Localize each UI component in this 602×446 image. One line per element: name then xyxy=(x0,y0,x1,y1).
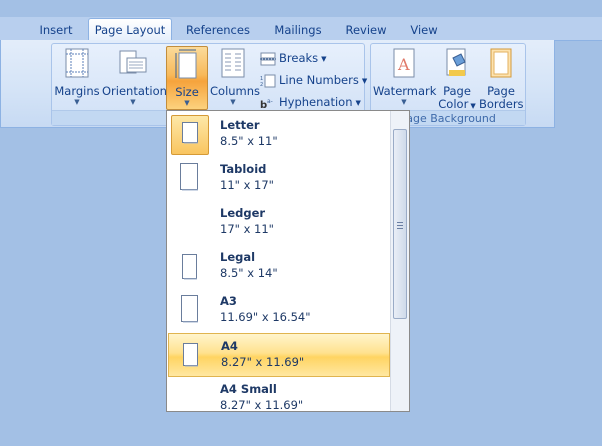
svg-text:2: 2 xyxy=(260,82,263,88)
orientation-label: Orientation xyxy=(102,84,167,98)
line-numbers-label: Line Numbers xyxy=(279,73,359,87)
margins-icon xyxy=(65,48,89,81)
chevron-down-icon: ▼ xyxy=(361,76,368,85)
size-option-name: A4 xyxy=(221,339,238,353)
page-portrait-icon xyxy=(182,122,198,147)
scroll-grip-icon xyxy=(397,222,403,229)
hyphenation-button[interactable]: b a- Hyphenation ▼ xyxy=(260,92,361,112)
orientation-button[interactable]: Orientation ▼ xyxy=(102,46,167,110)
tab-insert[interactable]: Insert xyxy=(30,20,82,41)
tab-mailings[interactable]: Mailings xyxy=(266,20,330,41)
watermark-button[interactable]: A Watermark ▼ xyxy=(373,46,437,110)
size-option-dims: 8.27" x 11.69" xyxy=(220,398,304,412)
page-borders-button[interactable]: Page Borders xyxy=(479,46,524,111)
columns-label: Columns xyxy=(210,84,261,98)
chevron-down-icon: ▼ xyxy=(230,98,236,106)
margins-label: Margins xyxy=(54,84,100,98)
columns-button[interactable]: Columns ▼ xyxy=(210,46,261,110)
chevron-down-icon: ▼ xyxy=(184,99,190,107)
tab-review[interactable]: Review xyxy=(340,20,392,41)
size-option-letter[interactable]: Letter 8.5" x 11" xyxy=(168,113,390,157)
page-color-label-2: Color ▼ xyxy=(437,98,477,113)
orientation-icon xyxy=(119,48,147,81)
hyphenation-icon: b a- xyxy=(260,96,276,111)
scrollbar-thumb[interactable] xyxy=(393,129,407,319)
size-option-name: Legal xyxy=(220,250,256,264)
size-option-tabloid[interactable]: Tabloid 11" x 17" xyxy=(168,157,390,201)
breaks-label: Breaks xyxy=(279,51,319,65)
size-option-a4[interactable]: A4 8.27" x 11.69" xyxy=(168,333,390,377)
line-numbers-button[interactable]: 12 Line Numbers ▼ xyxy=(260,70,367,90)
size-option-a4-small[interactable]: A4 Small 8.27" x 11.69" xyxy=(168,377,390,412)
tab-references[interactable]: References xyxy=(180,20,256,41)
page-color-label-2-text: Color xyxy=(438,97,469,111)
size-option-name: A3 xyxy=(220,294,237,308)
size-option-name: Letter xyxy=(220,118,260,132)
chevron-down-icon: ▼ xyxy=(130,98,136,106)
chevron-down-icon: ▼ xyxy=(74,98,80,106)
size-button[interactable]: Size ▼ xyxy=(166,46,208,110)
svg-text:a-: a- xyxy=(267,98,273,105)
page-color-button[interactable]: Page Color ▼ xyxy=(437,46,477,113)
breaks-button[interactable]: Breaks ▼ xyxy=(260,48,327,68)
page-portrait-icon xyxy=(183,343,199,370)
menu-scrollbar[interactable] xyxy=(390,111,409,411)
line-numbers-icon: 12 xyxy=(260,74,276,88)
hyphenation-label: Hyphenation xyxy=(279,95,353,109)
margins-button[interactable]: Margins ▼ xyxy=(54,46,100,110)
size-label: Size xyxy=(175,85,199,99)
size-option-name: Ledger xyxy=(220,206,266,220)
size-option-dims: 8.5" x 14" xyxy=(220,266,278,280)
page-borders-label-2: Borders xyxy=(479,97,524,111)
page-borders-icon xyxy=(489,48,513,81)
paint-bucket-icon xyxy=(445,48,469,81)
size-option-dims: 11.69" x 16.54" xyxy=(220,310,311,324)
page-portrait-icon xyxy=(180,163,198,194)
size-option-a3[interactable]: A3 11.69" x 16.54" xyxy=(168,289,390,333)
chevron-down-icon: ▼ xyxy=(470,102,476,110)
breaks-icon xyxy=(260,52,276,66)
page-portrait-icon xyxy=(182,254,198,283)
size-option-name: A4 Small xyxy=(220,382,277,396)
tab-page-layout[interactable]: Page Layout xyxy=(88,18,172,42)
size-option-dims: 8.5" x 11" xyxy=(220,134,278,148)
chevron-down-icon: ▼ xyxy=(321,54,327,63)
page-size-icon xyxy=(175,49,199,82)
size-option-name: Tabloid xyxy=(220,162,267,176)
watermark-label: Watermark xyxy=(373,84,437,98)
columns-icon xyxy=(221,48,245,81)
page-size-menu: Letter 8.5" x 11" Tabloid 11" x 17" Ledg… xyxy=(166,110,410,412)
chevron-down-icon: ▼ xyxy=(355,98,361,107)
svg-text:A: A xyxy=(397,55,410,74)
ribbon-tab-strip: Insert Page Layout References Mailings R… xyxy=(0,17,602,42)
size-option-dims: 17" x 11" xyxy=(220,222,274,236)
size-option-dims: 8.27" x 11.69" xyxy=(221,355,305,369)
watermark-icon: A xyxy=(392,48,416,81)
tab-view[interactable]: View xyxy=(402,20,446,41)
size-option-legal[interactable]: Legal 8.5" x 14" xyxy=(168,245,390,289)
page-portrait-icon xyxy=(181,295,199,326)
size-option-dims: 11" x 17" xyxy=(220,178,274,192)
chevron-down-icon: ▼ xyxy=(401,98,407,106)
size-option-ledger[interactable]: Ledger 17" x 11" xyxy=(168,201,390,245)
